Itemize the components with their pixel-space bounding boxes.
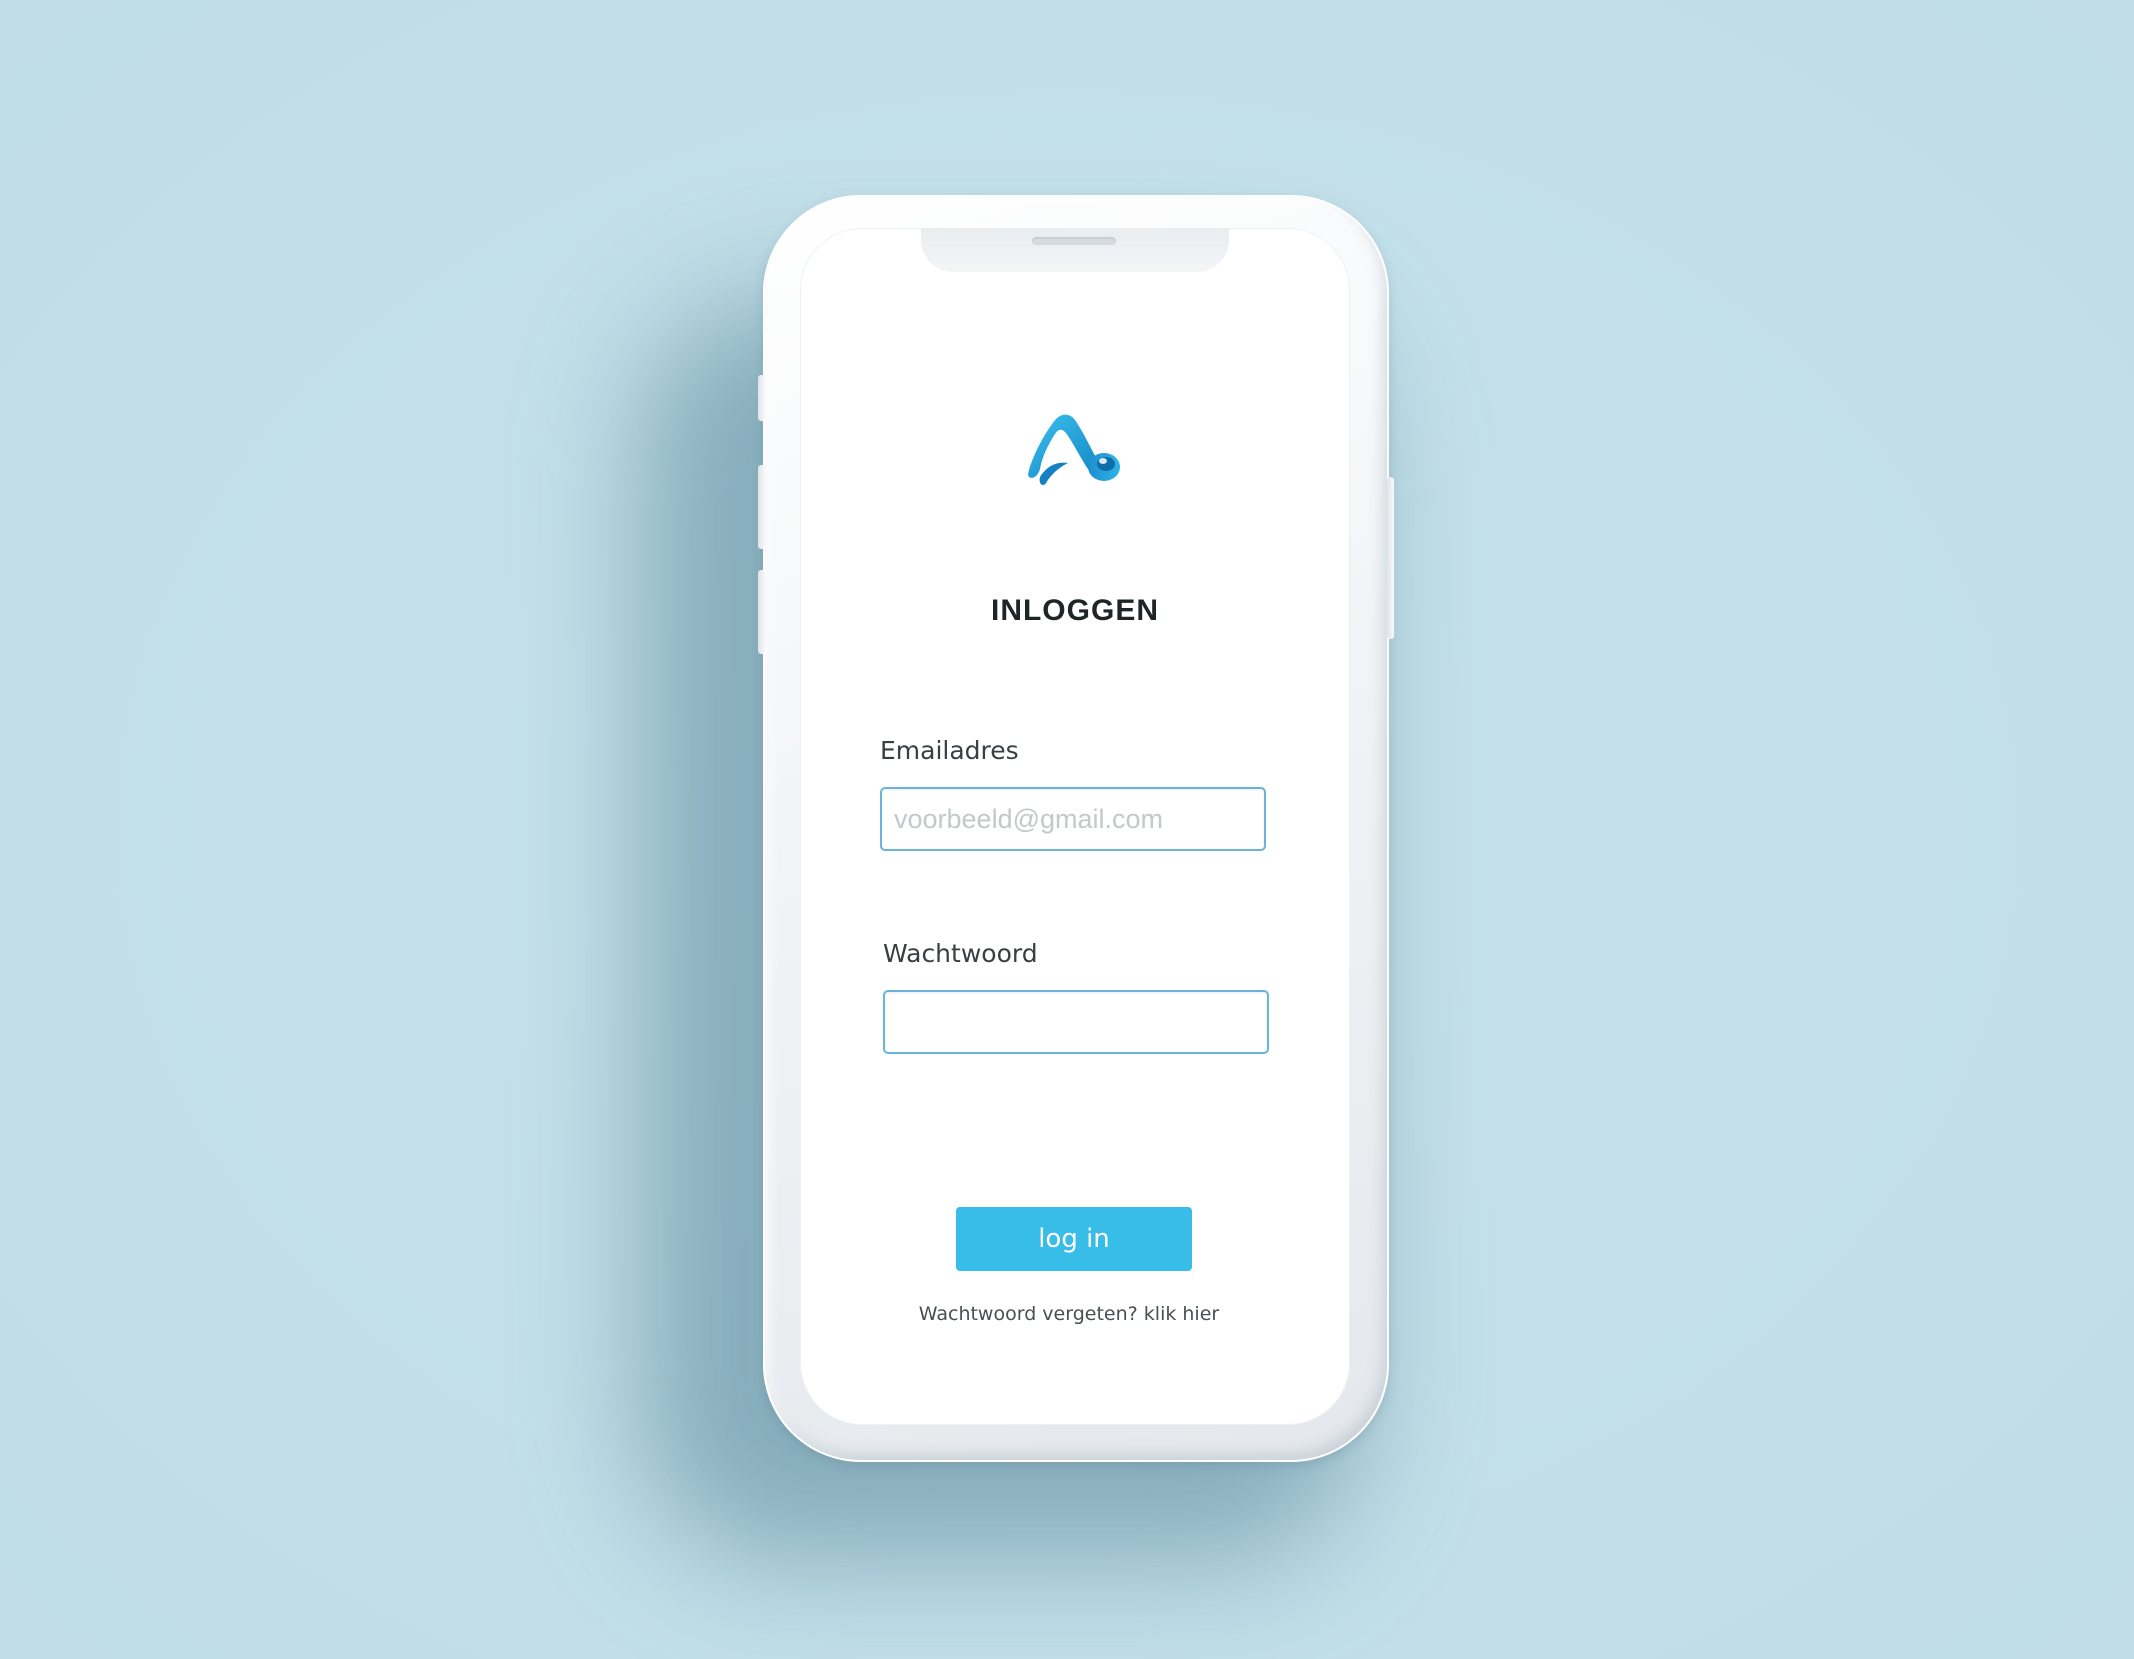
forgot-password-text: Wachtwoord vergeten? klik hier (800, 1303, 1338, 1325)
brand-logo-icon (1028, 414, 1120, 485)
power-button (1387, 477, 1394, 639)
notch (921, 228, 1229, 272)
email-field[interactable] (880, 787, 1266, 851)
forgot-password-link[interactable]: klik hier (1144, 1303, 1219, 1325)
forgot-password-prompt: Wachtwoord vergeten? (918, 1303, 1138, 1325)
password-label: Wachtwoord (883, 939, 1038, 968)
speaker-grille (1032, 237, 1116, 245)
volume-up-button (758, 465, 765, 549)
app-screen: INLOGGEN Emailadres Wachtwoord log in Wa… (800, 228, 1350, 1425)
email-label: Emailadres (880, 736, 1019, 765)
page-title: INLOGGEN (990, 594, 1159, 627)
phone-frame: INLOGGEN Emailadres Wachtwoord log in Wa… (758, 195, 1394, 1462)
mute-switch (758, 375, 765, 421)
volume-down-button (758, 570, 765, 654)
login-button[interactable]: log in (956, 1207, 1192, 1271)
password-field[interactable] (883, 990, 1269, 1054)
